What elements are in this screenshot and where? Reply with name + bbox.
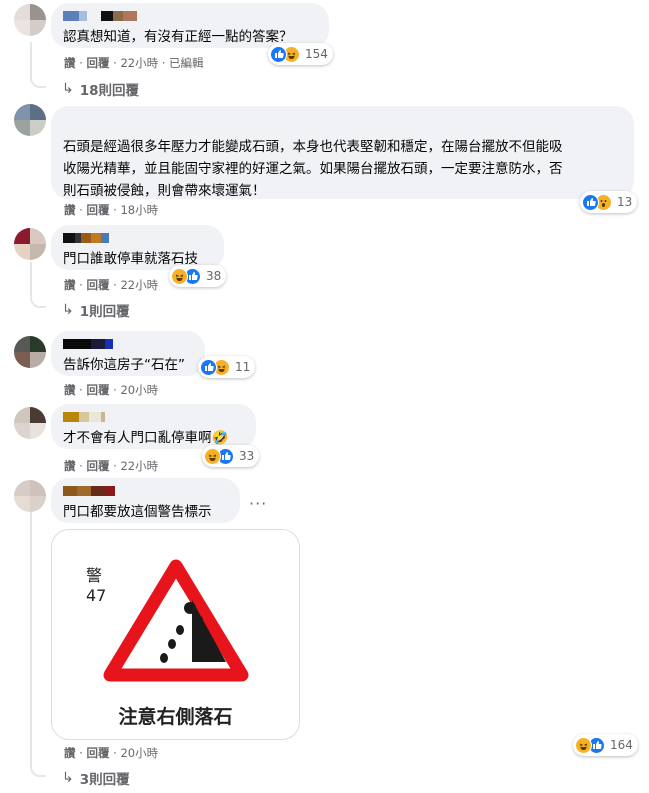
- like-icon: [200, 358, 217, 376]
- replies-count-label: 1則回覆: [79, 304, 130, 320]
- haha-icon: [171, 267, 188, 285]
- comment-meta: 讚 · 回覆 · 22小時 · 已編輯: [64, 56, 204, 70]
- avatar[interactable]: [14, 480, 46, 512]
- reaction-count: 164: [610, 738, 633, 752]
- commenter-name-mosaic[interactable]: [63, 233, 212, 243]
- reply-action[interactable]: 回覆: [86, 278, 109, 292]
- reply-arrow-icon: ↳: [62, 770, 74, 786]
- reaction-summary[interactable]: 33: [202, 445, 260, 467]
- comment-bubble: 門口都要放這個警告標示: [51, 478, 240, 523]
- like-icon: [270, 45, 287, 63]
- comment-text: 告訴你這房子“石在”: [63, 357, 185, 373]
- reaction-count: 33: [239, 449, 255, 463]
- avatar[interactable]: [14, 4, 46, 36]
- haha-icon: [204, 447, 221, 465]
- commenter-name-mosaic[interactable]: [63, 486, 228, 496]
- reaction-count: 38: [206, 269, 222, 283]
- avatar[interactable]: [14, 407, 46, 439]
- timestamp[interactable]: 20小時: [120, 746, 158, 760]
- commenter-name-mosaic[interactable]: [63, 339, 193, 349]
- reply-action[interactable]: 回覆: [86, 383, 109, 397]
- like-action[interactable]: 讚: [64, 56, 76, 70]
- comment-meta: 讚 · 回覆 · 20小時: [64, 746, 159, 760]
- timestamp[interactable]: 18小時: [120, 203, 158, 217]
- timestamp[interactable]: 22小時: [120, 459, 158, 473]
- reply-connector: [30, 292, 46, 308]
- comment-bubble: 認真想知道，有沒有正經一點的答案？: [51, 3, 329, 48]
- timestamp[interactable]: 22小時: [120, 56, 158, 70]
- comment-meta: 讚 · 回覆 · 22小時: [64, 459, 159, 473]
- comment-bubble: 石頭是經過很多年壓力才能變成石頭，本身也代表堅韌和穩定，在陽台擺放不但能吸 收陽…: [51, 106, 634, 199]
- haha-icon: [575, 736, 592, 754]
- view-replies-link[interactable]: ↳ 1則回覆: [62, 300, 130, 320]
- view-replies-link[interactable]: ↳ 18則回覆: [62, 79, 139, 99]
- sign-caption: 注意右側落石: [118, 706, 233, 728]
- reply-arrow-icon: ↳: [62, 302, 74, 318]
- timestamp[interactable]: 20小時: [120, 383, 158, 397]
- reaction-count: 11: [235, 360, 251, 374]
- more-options-icon[interactable]: ···: [249, 494, 267, 513]
- commenter-name-mosaic[interactable]: [63, 11, 317, 21]
- comment-attachment-image[interactable]: 警 47 注意右側落石: [51, 529, 300, 740]
- comment-text: 門口都要放這個警告標示: [63, 504, 212, 520]
- commenter-name-mosaic[interactable]: [63, 114, 622, 122]
- comment-text: 石頭是經過很多年壓力才能變成石頭，本身也代表堅韌和穩定，在陽台擺放不但能吸 收陽…: [63, 139, 563, 199]
- like-action[interactable]: 讚: [64, 746, 76, 760]
- reaction-summary[interactable]: 11: [198, 356, 256, 378]
- comment-bubble: 才不會有人門口亂停車啊🤣: [51, 404, 256, 449]
- reply-connector: [30, 761, 46, 777]
- view-replies-link[interactable]: ↳ 3則回覆: [62, 768, 130, 788]
- replies-count-label: 3則回覆: [79, 772, 130, 788]
- reply-action[interactable]: 回覆: [86, 56, 109, 70]
- reply-action[interactable]: 回覆: [86, 746, 109, 760]
- reaction-summary[interactable]: 38: [169, 265, 227, 287]
- like-action[interactable]: 讚: [64, 383, 76, 397]
- reply-action[interactable]: 回覆: [86, 203, 109, 217]
- reply-action[interactable]: 回覆: [86, 459, 109, 473]
- edited-label: 已編輯: [169, 56, 204, 70]
- comment-meta: 讚 · 回覆 · 18小時: [64, 203, 159, 217]
- thread-line: [30, 262, 32, 296]
- like-icon: [582, 193, 599, 211]
- reply-connector: [30, 72, 46, 88]
- reply-arrow-icon: ↳: [62, 81, 74, 97]
- replies-count-label: 18則回覆: [79, 83, 140, 99]
- reaction-summary[interactable]: 154: [268, 43, 333, 65]
- reaction-count: 13: [617, 195, 633, 209]
- reaction-summary[interactable]: 13: [580, 191, 638, 213]
- like-action[interactable]: 讚: [64, 203, 76, 217]
- like-action[interactable]: 讚: [64, 459, 76, 473]
- comment-bubble: 門口誰敢停車就落石技: [51, 225, 224, 270]
- comment-bubble: 告訴你這房子“石在”: [51, 331, 205, 376]
- avatar[interactable]: [14, 228, 46, 260]
- timestamp[interactable]: 22小時: [120, 278, 158, 292]
- reaction-count: 154: [305, 47, 328, 61]
- avatar[interactable]: [14, 336, 46, 368]
- avatar[interactable]: [14, 104, 46, 136]
- comment-meta: 讚 · 回覆 · 20小時: [64, 383, 159, 397]
- thread-line: [30, 508, 32, 762]
- like-action[interactable]: 讚: [64, 278, 76, 292]
- commenter-name-mosaic[interactable]: [63, 412, 244, 422]
- comment-meta: 讚 · 回覆 · 22小時: [64, 278, 159, 292]
- reaction-summary[interactable]: 164: [573, 734, 638, 756]
